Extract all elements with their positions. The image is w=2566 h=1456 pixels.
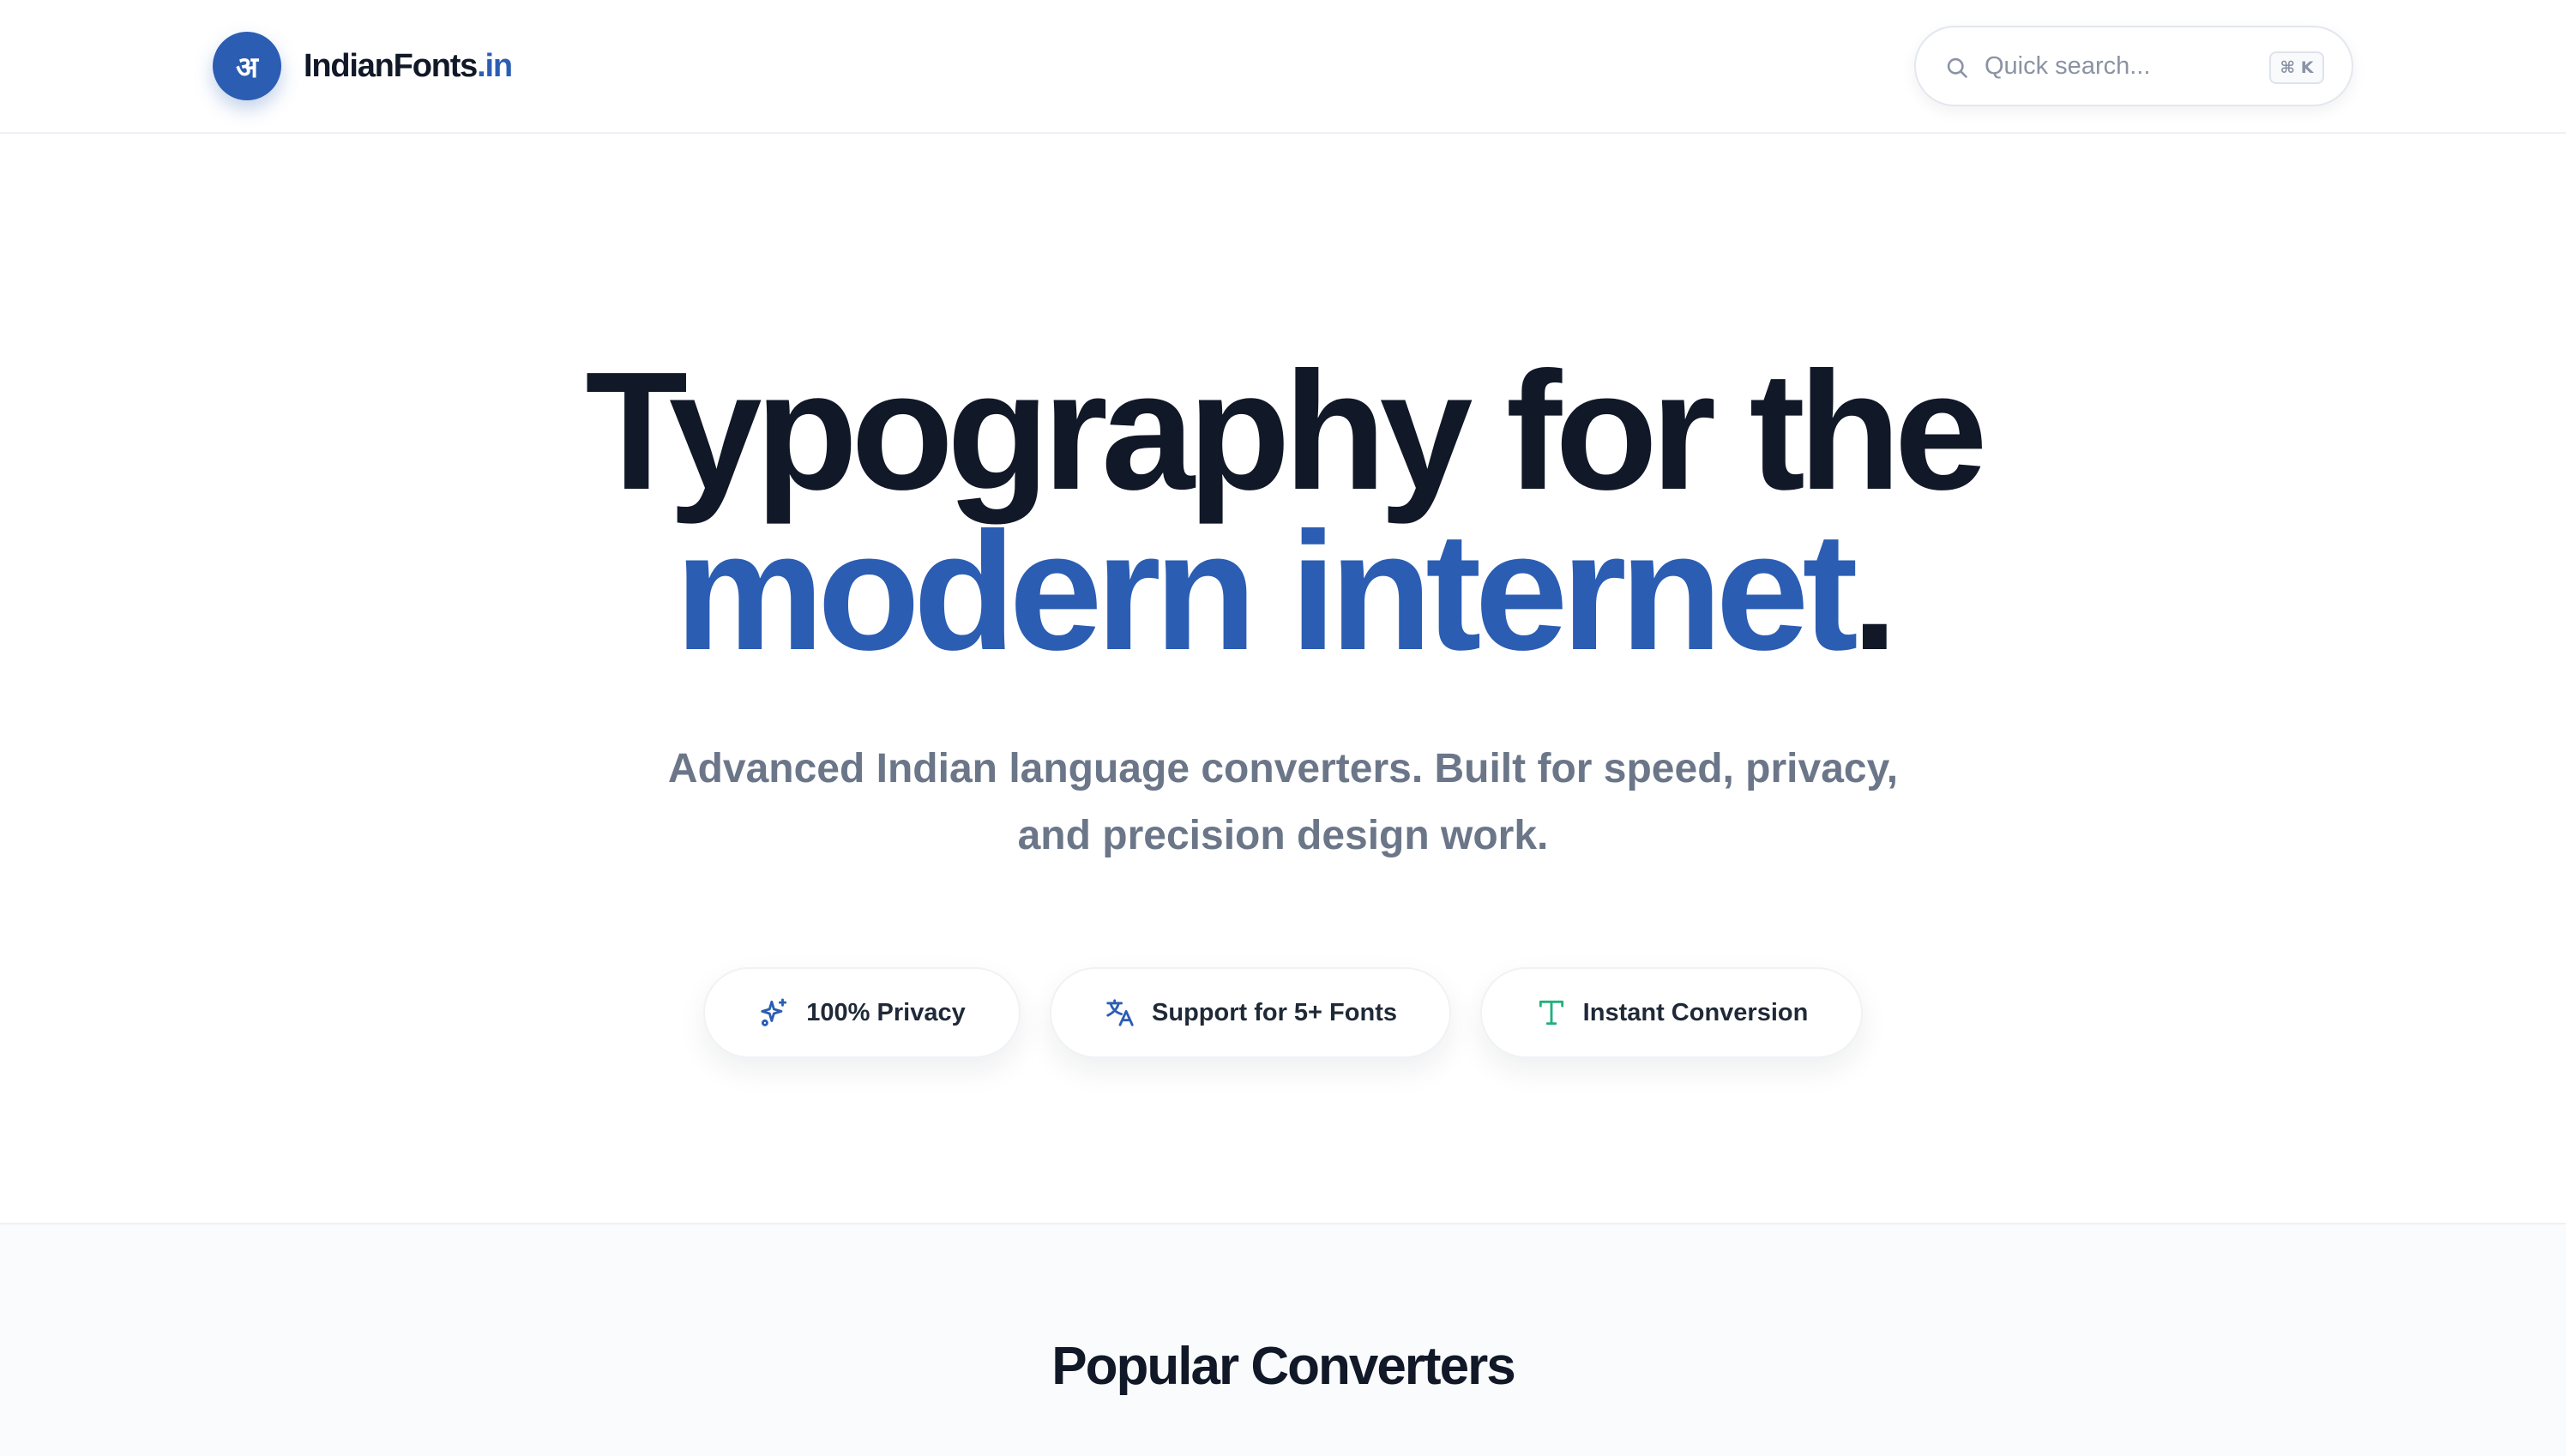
search-icon [1947,57,1967,78]
feature-label: 100% Privacy [806,998,966,1026]
brand-tld: .in [477,47,513,84]
page: अ IndianFonts.in Quick search... ⌘ K Typ… [0,0,2566,1456]
feature-pill-fonts: Support for 5+ Fonts [1050,967,1451,1058]
hero-subtitle-line1: Advanced Indian language converters. Bui… [667,746,1899,791]
logo-mark: अ [213,32,281,100]
popular-converters-section: Popular Converters [0,1223,2566,1456]
hero-subtitle-line2: and precision design work. [1017,813,1549,858]
feature-pill-instant: Instant Conversion [1480,967,1863,1058]
hero-subtitle: Advanced Indian language converters. Bui… [597,736,1969,869]
section-title: Popular Converters [1051,1337,1515,1396]
hero-accent-label: modern internet [674,497,1858,685]
hero-accent-text: modern internet [674,502,1858,682]
brand-link[interactable]: अ IndianFonts.in [213,32,513,100]
site-header: अ IndianFonts.in Quick search... ⌘ K [0,0,2566,134]
brand-name-text: IndianFonts [304,47,478,84]
sparkles-icon [761,998,787,1026]
keyboard-shortcut-badge: ⌘ K [2269,51,2324,84]
feature-label: Support for 5+ Fonts [1152,998,1397,1026]
hero-heading-line1: Typography for the [585,337,1987,525]
feature-pill-privacy: 100% Privacy [703,967,1021,1058]
quick-search-button[interactable]: Quick search... ⌘ K [1914,26,2353,106]
feature-label: Instant Conversion [1582,998,1809,1026]
type-icon [1539,1000,1563,1026]
search-placeholder: Quick search... [1985,52,2151,80]
brand-name: IndianFonts.in [304,47,513,85]
hero-heading-line2: modern internet. [0,502,2566,682]
translate-icon [1106,999,1134,1026]
hero-period: . [1851,497,1899,685]
